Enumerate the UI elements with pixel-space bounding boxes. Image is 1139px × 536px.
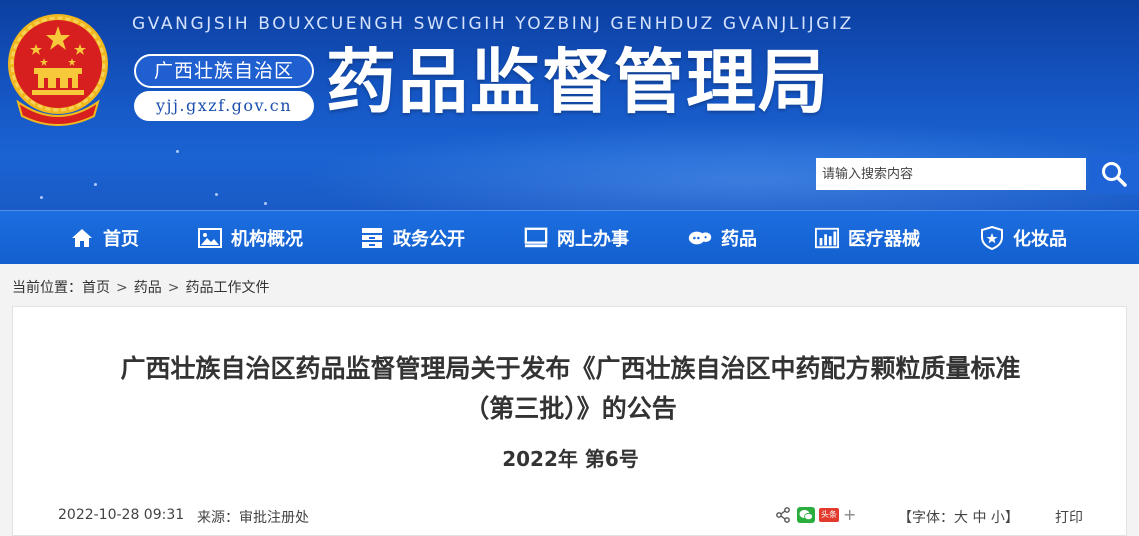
more-share-button[interactable]: +: [843, 505, 856, 524]
nav-item-drugs[interactable]: 药品: [688, 211, 757, 264]
home-icon: [70, 226, 94, 250]
nav-label: 政务公开: [393, 228, 465, 250]
decor-dot: [40, 196, 43, 199]
breadcrumb-separator: >: [116, 280, 128, 296]
nav-label: 医疗器械: [848, 228, 920, 250]
decor-dot: [264, 202, 267, 205]
nav-label: 网上办事: [557, 228, 629, 250]
breadcrumb-drugs[interactable]: 药品: [134, 280, 162, 296]
font-size-label: 【字体：: [898, 510, 954, 526]
wechat-icon[interactable]: [797, 507, 815, 527]
article-title-line-2: （第三批）》的公告: [464, 394, 677, 423]
article-title-line-1: 广西壮族自治区药品监督管理局关于发布《广西壮族自治区中药配方颗粒质量标准: [120, 354, 1021, 383]
decor-dot: [94, 183, 97, 186]
source-value: 审批注册处: [239, 510, 309, 526]
document-number: 2022年 第6号: [502, 447, 639, 471]
breadcrumb-separator: >: [167, 280, 180, 296]
font-size-close: 】: [1004, 510, 1019, 526]
bar-chart-icon: [815, 226, 839, 250]
decor-dot: [176, 150, 179, 153]
share-icon[interactable]: [775, 507, 791, 527]
nav-item-online-services[interactable]: 网上办事: [524, 211, 629, 264]
font-size-medium[interactable]: 中: [972, 510, 986, 526]
nav-item-home[interactable]: 首页: [70, 211, 139, 264]
site-title: 药品监督管理局: [326, 41, 830, 123]
site-url: yjj.gxzf.gov.cn: [134, 91, 314, 121]
nav-label: 化妆品: [1013, 228, 1067, 250]
search-icon: [1102, 162, 1127, 187]
national-emblem-icon: [8, 14, 108, 126]
archive-icon: [360, 226, 384, 250]
pill-icon: [688, 226, 712, 250]
nav-label: 首页: [103, 228, 139, 250]
breadcrumb-prefix: 当前位置：: [12, 280, 82, 296]
nav-label: 药品: [721, 228, 757, 250]
search-input[interactable]: [816, 158, 1086, 190]
nav-item-medical-devices[interactable]: 医疗器械: [815, 211, 920, 264]
pinyin-title: GVANGJSIH BOUXCUENGH SWCIGIH YOZBINJ GEN…: [132, 14, 854, 34]
monitor-icon: [524, 226, 548, 250]
print-link[interactable]: 打印: [1055, 507, 1083, 527]
image-icon: [198, 226, 222, 250]
region-label: 广西壮族自治区: [134, 54, 314, 88]
source-info: 来源：审批注册处: [197, 507, 309, 527]
publish-date: 2022-10-28 09:31: [58, 507, 185, 523]
nav-item-cosmetics[interactable]: 化妆品: [980, 211, 1067, 264]
font-size-large[interactable]: 大: [954, 510, 968, 526]
shield-icon: [980, 225, 1004, 250]
search-button[interactable]: [1089, 154, 1139, 194]
nav-label: 机构概况: [231, 228, 303, 250]
toutiao-badge[interactable]: 头条: [819, 508, 839, 522]
nav-item-about[interactable]: 机构概况: [198, 211, 303, 264]
font-size-controls: 【字体：大 中 小】: [898, 507, 1019, 527]
article-panel: 广西壮族自治区药品监督管理局关于发布《广西壮族自治区中药配方颗粒质量标准 （第三…: [12, 306, 1127, 536]
main-nav: 首页 机构概况 政务公开 网上办事 药品 医疗器械 化妆品: [0, 210, 1139, 264]
site-header: GVANGJSIH BOUXCUENGH SWCIGIH YOZBINJ GEN…: [0, 0, 1139, 210]
breadcrumb-home[interactable]: 首页: [82, 280, 110, 296]
font-size-small[interactable]: 小: [991, 510, 1005, 526]
article-title: 广西壮族自治区药品监督管理局关于发布《广西壮族自治区中药配方颗粒质量标准 （第三…: [13, 349, 1128, 429]
decor-dot: [215, 193, 218, 196]
breadcrumb: 当前位置：首页 > 药品 > 药品工作文件: [12, 277, 269, 297]
nav-item-gov-affairs[interactable]: 政务公开: [360, 211, 465, 264]
breadcrumb-drug-documents[interactable]: 药品工作文件: [185, 280, 269, 296]
source-label: 来源：: [197, 510, 239, 526]
